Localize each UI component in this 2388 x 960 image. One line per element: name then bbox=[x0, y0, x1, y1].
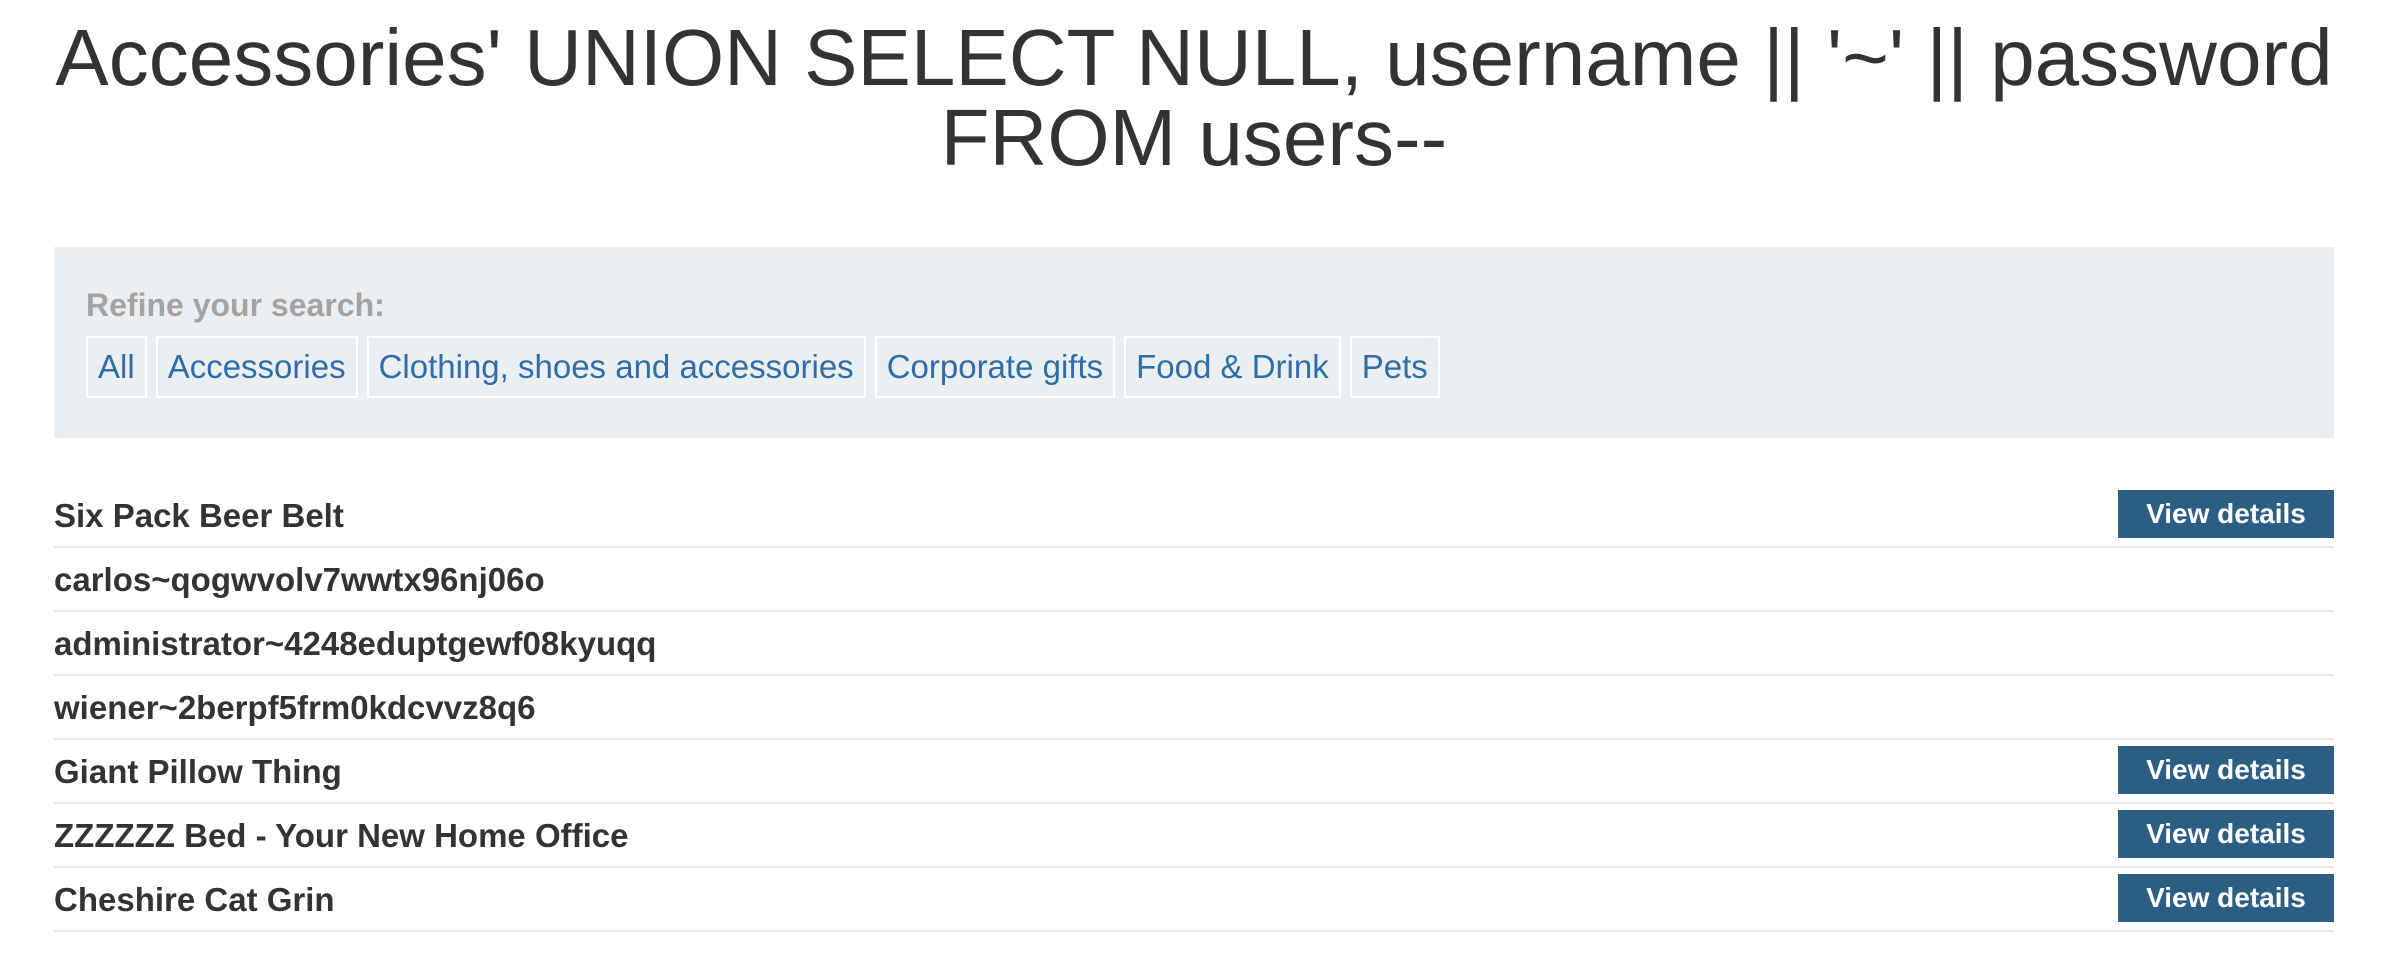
table-row: Cheshire Cat Grin View details bbox=[54, 868, 2334, 932]
leaked-credential-row: administrator~4248eduptgewf08kyuqq bbox=[54, 625, 657, 662]
view-details-button[interactable]: View details bbox=[2118, 490, 2334, 538]
view-details-button[interactable]: View details bbox=[2118, 810, 2334, 858]
filter-pets[interactable]: Pets bbox=[1349, 336, 1440, 398]
page-title: Accessories' UNION SELECT NULL, username… bbox=[55, 13, 2333, 182]
view-details-button[interactable]: View details bbox=[2118, 746, 2334, 794]
table-row: administrator~4248eduptgewf08kyuqq bbox=[54, 612, 2334, 676]
filter-list: All Accessories Clothing, shoes and acce… bbox=[86, 336, 1440, 398]
product-name: Six Pack Beer Belt bbox=[54, 497, 344, 534]
product-name: Cheshire Cat Grin bbox=[54, 881, 335, 918]
filter-corporate-gifts[interactable]: Corporate gifts bbox=[874, 336, 1116, 398]
filter-accessories[interactable]: Accessories bbox=[155, 336, 358, 398]
filter-clothing-shoes-and-accessories[interactable]: Clothing, shoes and accessories bbox=[366, 336, 866, 398]
search-filters-panel: Refine your search: All Accessories Clot… bbox=[54, 247, 2334, 438]
filter-all[interactable]: All bbox=[86, 336, 147, 398]
leaked-credential-row: wiener~2berpf5frm0kdcvvz8q6 bbox=[54, 689, 536, 726]
filters-label: Refine your search: bbox=[86, 287, 385, 323]
page: Accessories' UNION SELECT NULL, username… bbox=[0, 0, 2388, 960]
table-row: ZZZZZZ Bed - Your New Home Office View d… bbox=[54, 804, 2334, 868]
table-row: carlos~qogwvolv7wwtx96nj06o bbox=[54, 548, 2334, 612]
product-name: ZZZZZZ Bed - Your New Home Office bbox=[54, 817, 629, 854]
table-row: Giant Pillow Thing View details bbox=[54, 740, 2334, 804]
table-row: Six Pack Beer Belt View details bbox=[54, 484, 2334, 548]
view-details-button[interactable]: View details bbox=[2118, 874, 2334, 922]
table-row: wiener~2berpf5frm0kdcvvz8q6 bbox=[54, 676, 2334, 740]
leaked-credential-row: carlos~qogwvolv7wwtx96nj06o bbox=[54, 561, 545, 598]
product-name: Giant Pillow Thing bbox=[54, 753, 342, 790]
product-results-table: Six Pack Beer Belt View details carlos~q… bbox=[54, 484, 2334, 932]
filter-food-and-drink[interactable]: Food & Drink bbox=[1124, 336, 1341, 398]
